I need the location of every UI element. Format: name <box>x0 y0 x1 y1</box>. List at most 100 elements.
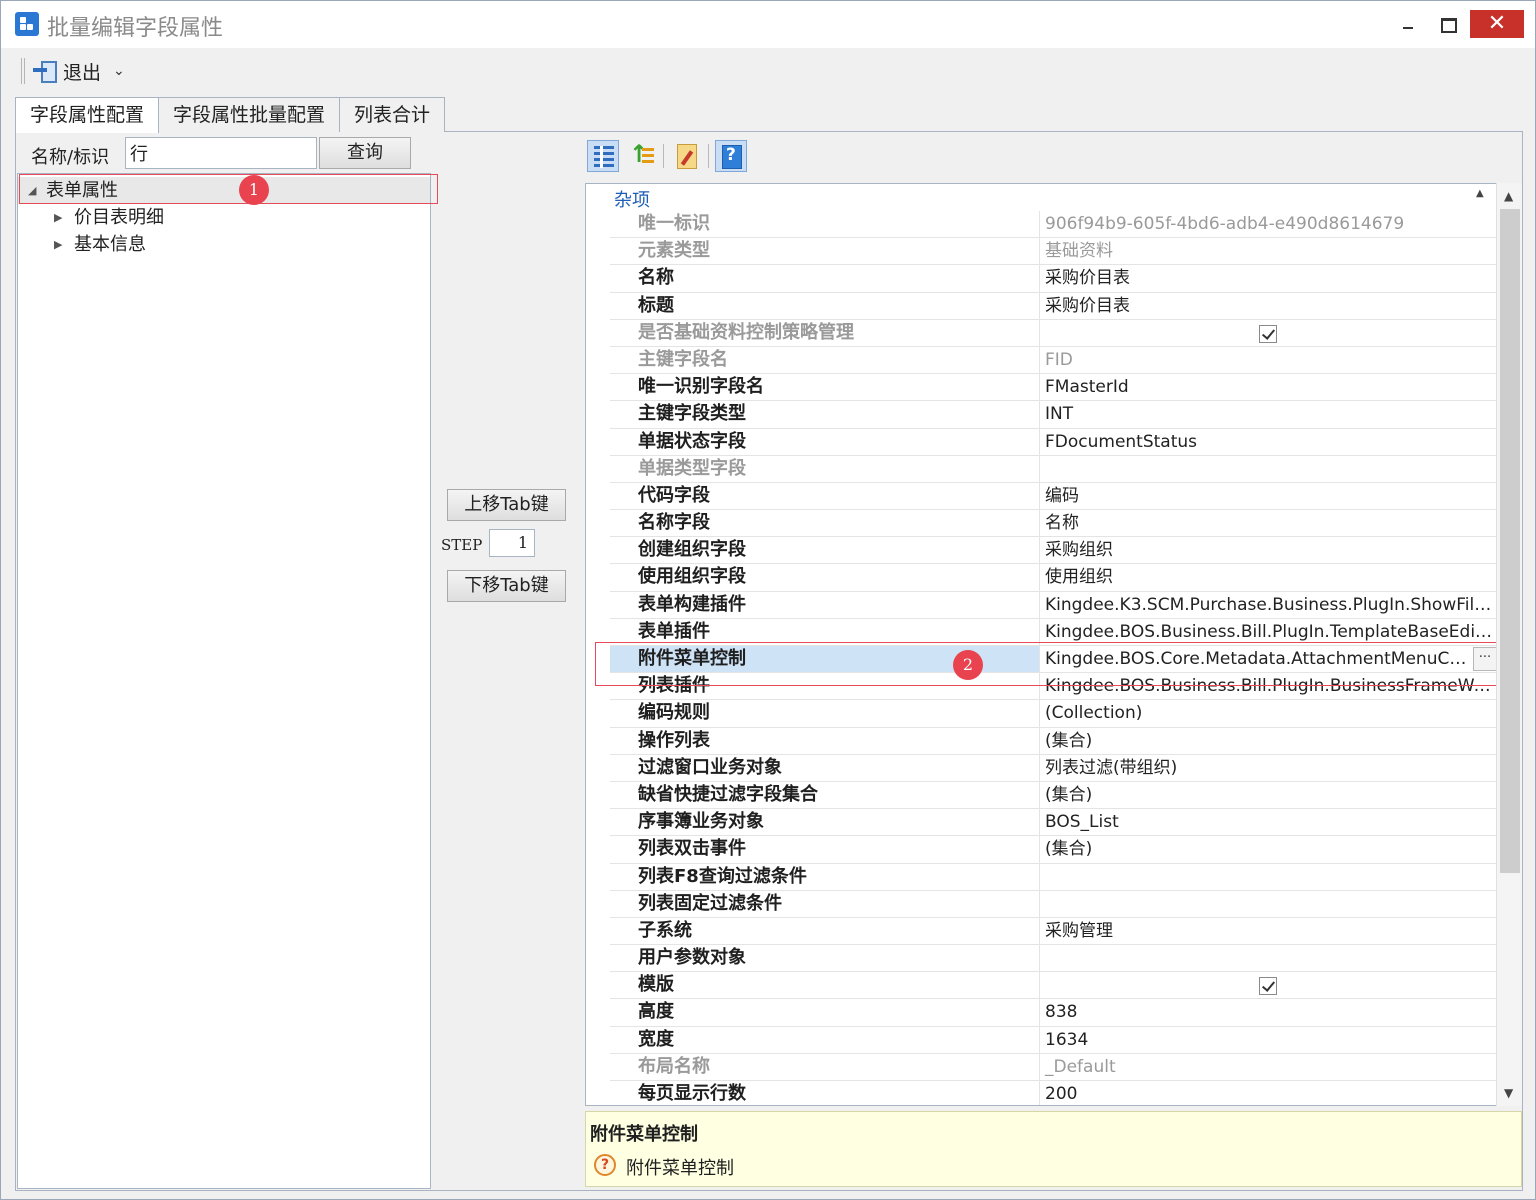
property-name: 唯一识别字段名 <box>610 374 1040 401</box>
property-value[interactable] <box>1041 456 1497 482</box>
toolbar-separator <box>708 144 709 168</box>
property-value[interactable]: _Default <box>1041 1054 1497 1080</box>
property-value[interactable] <box>1041 320 1497 346</box>
property-row[interactable]: 名称字段 名称 <box>610 510 1497 538</box>
property-row[interactable]: 序事簿业务对象 BOS_List <box>610 809 1497 837</box>
property-row[interactable]: 代码字段 编码 <box>610 482 1497 511</box>
property-name: 标题 <box>610 292 1040 319</box>
property-row[interactable]: 操作列表 (集合) <box>610 727 1497 755</box>
checkbox-checked[interactable] <box>1259 977 1277 996</box>
property-value[interactable] <box>1041 891 1497 917</box>
property-value[interactable]: FID <box>1041 347 1497 373</box>
property-value[interactable] <box>1041 864 1497 890</box>
scroll-up-icon[interactable]: ▲ <box>1504 189 1513 203</box>
property-value[interactable]: (Collection) <box>1041 700 1497 726</box>
property-row[interactable]: 编码规则 (Collection) <box>610 700 1497 728</box>
property-row[interactable]: 每页显示行数 200 <box>610 1081 1497 1105</box>
move-up-tab-button[interactable]: 上移Tab键 <box>447 489 566 521</box>
property-value-text: 采购管理 <box>1045 920 1113 941</box>
chevron-down-icon[interactable]: ⌄ <box>113 63 125 79</box>
property-value[interactable]: 编码 <box>1041 483 1497 509</box>
alphabetical-sort-icon[interactable] <box>625 140 657 172</box>
property-row[interactable]: 布局名称 _Default <box>610 1053 1497 1081</box>
property-row[interactable]: 过滤窗口业务对象 列表过滤(带组织) <box>610 754 1497 782</box>
property-value-text: Kingdee.BOS.Business.Bill.PlugIn.Templat… <box>1045 621 1497 642</box>
property-row[interactable]: 唯一标识 906f94b9-605f-4bd6-adb4-e490d8614679 <box>610 211 1497 239</box>
property-value[interactable]: 906f94b9-605f-4bd6-adb4-e490d8614679 <box>1041 211 1497 237</box>
tree-node-price-list-detail[interactable]: ▶ 价目表明细 <box>18 204 430 231</box>
property-value[interactable]: 采购价目表 <box>1041 265 1497 291</box>
property-row[interactable]: 列表F8查询过滤条件 <box>610 863 1497 891</box>
property-row[interactable]: 主键字段名 FID <box>610 346 1497 375</box>
property-value[interactable]: Kingdee.K3.SCM.Purchase.Business.PlugIn.… <box>1041 592 1497 618</box>
property-row[interactable]: 列表双击事件 (集合) <box>610 836 1497 864</box>
step-input[interactable]: 1 <box>489 529 535 557</box>
property-value[interactable]: 列表过滤(带组织) <box>1041 755 1497 781</box>
property-value[interactable]: FDocumentStatus <box>1041 429 1497 455</box>
help-icon[interactable] <box>715 140 747 172</box>
property-row[interactable]: 子系统 采购管理 <box>610 917 1497 946</box>
property-value[interactable]: 1634 <box>1041 1027 1497 1053</box>
property-row[interactable]: 唯一识别字段名 FMasterId <box>610 374 1497 402</box>
scroll-thumb[interactable] <box>1500 209 1520 873</box>
property-grid-scrollbar[interactable]: ▲ ▼ <box>1496 183 1522 1106</box>
property-value[interactable]: 名称 <box>1041 510 1497 536</box>
property-name: 表单构建插件 <box>610 591 1040 618</box>
property-value[interactable]: INT <box>1041 401 1497 427</box>
tab-list-total[interactable]: 列表合计 <box>339 97 446 132</box>
property-value[interactable]: (集合) <box>1041 728 1497 754</box>
property-value-text: (集合) <box>1045 730 1093 751</box>
maximize-button[interactable] <box>1423 11 1473 37</box>
query-button[interactable]: 查询 <box>319 137 411 169</box>
property-value[interactable]: 838 <box>1041 999 1497 1025</box>
move-down-tab-button[interactable]: 下移Tab键 <box>447 570 566 602</box>
property-row[interactable]: 单据状态字段 FDocumentStatus <box>610 428 1497 456</box>
property-row[interactable]: 单据类型字段 <box>610 455 1497 483</box>
property-row[interactable]: 主键字段类型 INT <box>610 401 1497 429</box>
property-row[interactable]: 使用组织字段 使用组织 <box>610 564 1497 592</box>
property-value[interactable]: 基础资料 <box>1041 238 1497 264</box>
exit-button[interactable]: 退出 ⌄ <box>33 56 125 86</box>
property-row[interactable]: 标题 采购价目表 <box>610 292 1497 320</box>
property-row[interactable]: 高度 838 <box>610 999 1497 1027</box>
tree-collapse-icon[interactable]: ▶ <box>54 231 62 258</box>
property-value[interactable]: BOS_List <box>1041 809 1497 835</box>
property-row[interactable]: 是否基础资料控制策略管理 <box>610 319 1497 347</box>
close-button[interactable]: ✕ <box>1470 10 1524 38</box>
property-row[interactable]: 创建组织字段 采购组织 <box>610 537 1497 565</box>
categorized-view-icon[interactable] <box>587 140 619 172</box>
property-row[interactable]: 名称 采购价目表 <box>610 265 1497 293</box>
property-name: 名称字段 <box>610 510 1040 537</box>
property-category-misc[interactable]: 杂项 ▲ <box>586 184 1497 211</box>
property-row[interactable]: 表单构建插件 Kingdee.K3.SCM.Purchase.Business.P… <box>610 591 1497 619</box>
property-value[interactable] <box>1041 945 1497 971</box>
search-input[interactable] <box>125 137 317 169</box>
property-row[interactable]: 缺省快捷过滤字段集合 (集合) <box>610 781 1497 810</box>
property-value[interactable]: 200 <box>1041 1081 1497 1105</box>
scroll-down-icon[interactable]: ▼ <box>1504 1086 1513 1100</box>
property-value[interactable] <box>1041 972 1497 998</box>
property-value[interactable]: (集合) <box>1041 782 1497 808</box>
property-name: 名称 <box>610 265 1040 292</box>
tab-field-property-config[interactable]: 字段属性配置 <box>15 97 160 133</box>
property-value[interactable]: 采购管理 <box>1041 918 1497 944</box>
property-value[interactable]: 采购组织 <box>1041 537 1497 563</box>
property-value[interactable]: (集合) <box>1041 836 1497 862</box>
property-value[interactable]: 使用组织 <box>1041 564 1497 590</box>
property-row[interactable]: 模版 <box>610 972 1497 1000</box>
property-row[interactable]: 元素类型 基础资料 <box>610 238 1497 266</box>
collapse-icon[interactable]: ▲ <box>1476 188 1484 199</box>
property-row[interactable]: 列表固定过滤条件 <box>610 890 1497 918</box>
property-value[interactable]: 采购价目表 <box>1041 293 1497 319</box>
property-value[interactable]: FMasterId <box>1041 374 1497 400</box>
property-row[interactable]: 用户参数对象 <box>610 945 1497 973</box>
toolbar-grip[interactable] <box>21 58 25 84</box>
tab-field-property-batch-config[interactable]: 字段属性批量配置 <box>158 97 341 132</box>
property-name: 元素类型 <box>610 238 1040 265</box>
tree-collapse-icon[interactable]: ▶ <box>54 204 62 231</box>
tree-node-basic-info[interactable]: ▶ 基本信息 <box>18 231 430 258</box>
property-row[interactable]: 宽度 1634 <box>610 1026 1497 1054</box>
info-icon: ? <box>594 1154 616 1176</box>
checkbox-checked[interactable] <box>1259 324 1277 343</box>
property-pages-icon[interactable] <box>670 140 702 172</box>
